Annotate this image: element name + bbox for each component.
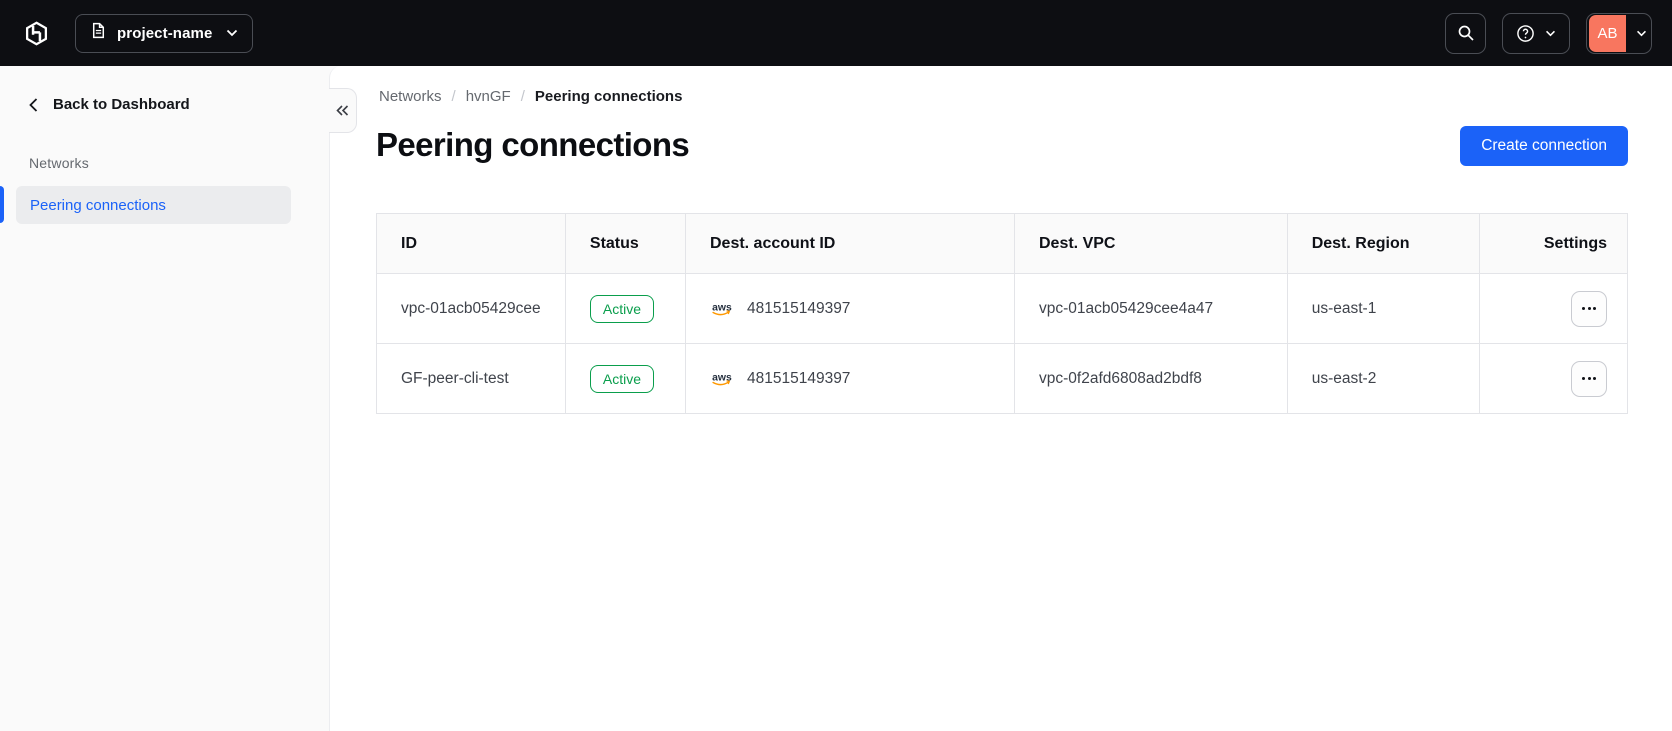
search-button[interactable]	[1445, 12, 1486, 54]
status-badge: Active	[589, 294, 655, 323]
back-to-dashboard-label: Back to Dashboard	[53, 96, 190, 113]
chevron-down-icon	[227, 29, 238, 37]
help-menu-button[interactable]	[1502, 12, 1570, 54]
back-to-dashboard-link[interactable]: Back to Dashboard	[0, 66, 329, 113]
column-header-settings: Settings	[1479, 213, 1628, 274]
table-row: vpc-01acb05429cee Active aws 48151514939…	[376, 273, 1628, 344]
aws-icon: aws	[712, 302, 732, 316]
cell-status: Active	[564, 273, 686, 344]
cell-dest-region: us-east-1	[1286, 273, 1481, 344]
chevron-down-icon	[1637, 30, 1646, 36]
breadcrumb-separator: /	[451, 88, 456, 105]
create-connection-button[interactable]: Create connection	[1460, 126, 1628, 166]
sidebar-item-peering-connections[interactable]: Peering connections	[16, 186, 291, 224]
breadcrumb-current: Peering connections	[534, 88, 683, 105]
cell-id: vpc-01acb05429cee	[376, 273, 566, 344]
project-selector-label: project-name	[117, 24, 213, 42]
project-selector[interactable]: project-name	[75, 13, 254, 53]
aws-icon: aws	[712, 372, 732, 386]
sidebar-item-label: Peering connections	[30, 196, 166, 214]
breadcrumb: Networks / hvnGF / Peering connections	[379, 88, 1628, 105]
cell-status: Active	[564, 343, 686, 414]
sidebar-section-networks: Networks	[29, 155, 89, 171]
sidebar-collapse-button[interactable]	[329, 88, 357, 133]
cell-id: GF-peer-cli-test	[376, 343, 566, 414]
cell-settings	[1479, 343, 1628, 414]
breadcrumb-separator: /	[520, 88, 525, 105]
double-chevron-left-icon	[336, 105, 349, 116]
main-content: Networks / hvnGF / Peering connections P…	[329, 66, 1672, 731]
ellipsis-icon	[1582, 377, 1585, 380]
sidebar: Back to Dashboard Networks Peering conne…	[0, 66, 329, 731]
table-header-row: ID Status Dest. account ID Dest. VPC Des…	[376, 213, 1628, 274]
page-title: Peering connections	[376, 126, 690, 163]
account-id-value: 481515149397	[746, 369, 851, 387]
hashicorp-logo-icon[interactable]	[24, 20, 49, 46]
active-item-indicator	[0, 186, 4, 223]
top-bar: project-name AB	[0, 0, 1672, 66]
status-badge: Active	[589, 364, 655, 393]
chevron-left-icon	[29, 97, 38, 112]
column-header-dest-account-id: Dest. account ID	[684, 213, 1016, 274]
table-row: GF-peer-cli-test Active aws 481515149397…	[376, 343, 1628, 414]
help-icon	[1517, 24, 1534, 42]
avatar: AB	[1589, 14, 1626, 52]
chevron-down-icon	[1546, 30, 1555, 36]
breadcrumb-hvn[interactable]: hvnGF	[466, 88, 511, 105]
row-menu-button[interactable]	[1571, 290, 1607, 327]
column-header-dest-vpc: Dest. VPC	[1014, 213, 1288, 274]
document-icon	[90, 22, 107, 44]
cell-settings	[1479, 273, 1628, 344]
column-header-status: Status	[564, 213, 686, 274]
cell-dest-region: us-east-2	[1286, 343, 1481, 414]
cell-dest-vpc: vpc-01acb05429cee4a47	[1014, 273, 1288, 344]
peering-connections-table: ID Status Dest. account ID Dest. VPC Des…	[376, 213, 1628, 414]
search-icon	[1458, 25, 1474, 41]
column-header-dest-region: Dest. Region	[1286, 213, 1481, 274]
column-header-id: ID	[376, 213, 566, 274]
cell-dest-account-id: aws 481515149397	[684, 273, 1016, 344]
breadcrumb-networks[interactable]: Networks	[379, 88, 442, 105]
user-menu-button[interactable]: AB	[1586, 12, 1652, 54]
account-id-value: 481515149397	[746, 299, 851, 317]
row-menu-button[interactable]	[1571, 360, 1607, 397]
cell-dest-account-id: aws 481515149397	[684, 343, 1016, 414]
ellipsis-icon	[1582, 307, 1585, 310]
cell-dest-vpc: vpc-0f2afd6808ad2bdf8	[1014, 343, 1288, 414]
